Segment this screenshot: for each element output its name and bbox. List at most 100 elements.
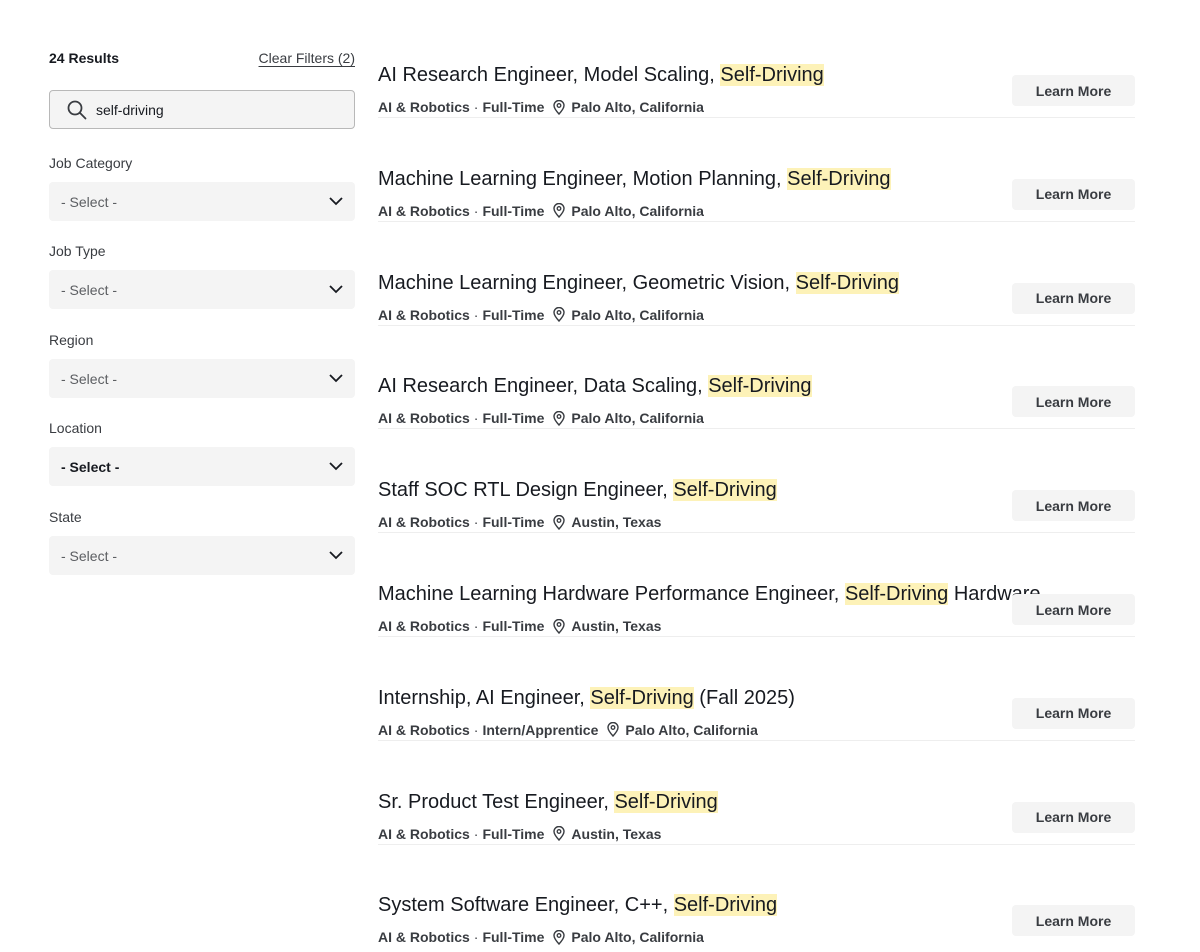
- job-type-select[interactable]: - Select -: [49, 270, 355, 309]
- job-meta: AI & Robotics · Full-Time Palo Alto, Cal…: [378, 202, 704, 220]
- learn-more-button[interactable]: Learn More: [1012, 282, 1135, 314]
- job-type: Full-Time: [482, 306, 545, 323]
- job-title[interactable]: Machine Learning Hardware Performance En…: [378, 581, 1041, 607]
- search-highlight: Self-Driving: [708, 375, 812, 398]
- job-category: AI & Robotics: [378, 721, 470, 738]
- job-location: Palo Alto, California: [571, 202, 704, 219]
- job-listing: Machine Learning Engineer, Motion Planni…: [378, 118, 1135, 222]
- job-meta: AI & Robotics · Full-Time Austin, Texas: [378, 513, 661, 531]
- location-pin-icon: [553, 410, 567, 426]
- chevron-down-icon: [329, 283, 343, 297]
- learn-more-button[interactable]: Learn More: [1012, 697, 1135, 729]
- separator: ·: [473, 99, 479, 115]
- job-location: Palo Alto, California: [571, 929, 704, 946]
- job-location: Palo Alto, California: [571, 99, 704, 115]
- search-input[interactable]: [96, 101, 336, 118]
- clear-filters-link[interactable]: Clear Filters (2): [259, 50, 355, 66]
- chevron-down-icon: [329, 549, 343, 563]
- job-category: AI & Robotics: [378, 618, 470, 634]
- filter-label: Job Category: [49, 155, 133, 171]
- search-highlight: Self-Driving: [673, 479, 777, 502]
- careers-search-page: 24 Results Clear Filters (2) Job Categor…: [0, 0, 1200, 952]
- filter-region: Region - Select -: [49, 331, 355, 398]
- job-meta: AI & Robotics · Full-Time Palo Alto, Cal…: [378, 409, 704, 427]
- filter-label: Region: [49, 332, 94, 348]
- job-category: AI & Robotics: [378, 929, 470, 946]
- job-title[interactable]: Staff SOC RTL Design Engineer, Self-Driv…: [378, 477, 777, 503]
- job-title[interactable]: Machine Learning Engineer, Motion Planni…: [378, 166, 891, 192]
- search-highlight: Self-Driving: [720, 64, 824, 86]
- job-listing: AI Research Engineer, Model Scaling, Sel…: [378, 14, 1135, 118]
- separator: ·: [473, 410, 479, 427]
- select-value: - Select -: [61, 370, 118, 387]
- select-value: - Select -: [61, 193, 118, 210]
- job-listing: Machine Learning Hardware Performance En…: [378, 533, 1135, 637]
- location-pin-icon: [553, 99, 567, 115]
- job-title[interactable]: Sr. Product Test Engineer, Self-Driving: [378, 789, 718, 815]
- job-type: Full-Time: [482, 514, 545, 531]
- learn-more-button[interactable]: Learn More: [1012, 905, 1135, 937]
- job-meta: AI & Robotics · Full-Time Palo Alto, Cal…: [378, 306, 704, 324]
- separator: ·: [473, 929, 479, 946]
- chevron-down-icon: [329, 460, 343, 474]
- job-type: Full-Time: [482, 825, 545, 842]
- job-title-text: AI Research Engineer, Data Scaling,: [378, 375, 709, 398]
- job-category: AI & Robotics: [378, 99, 470, 115]
- separator: ·: [473, 514, 479, 531]
- filter-job-category: Job Category - Select -: [49, 154, 355, 221]
- job-type: Full-Time: [482, 202, 545, 219]
- location-pin-icon: [553, 307, 567, 323]
- job-listing: Staff SOC RTL Design Engineer, Self-Driv…: [378, 429, 1135, 534]
- region-select[interactable]: - Select -: [49, 359, 355, 398]
- search-icon: [66, 99, 88, 121]
- job-type: Full-Time: [482, 99, 545, 115]
- search-highlight: Self-Driving: [787, 167, 891, 190]
- job-meta: AI & Robotics · Full-Time Palo Alto, Cal…: [378, 928, 704, 946]
- job-type: Full-Time: [482, 929, 545, 946]
- learn-more-button[interactable]: Learn More: [1012, 594, 1135, 625]
- location-pin-icon: [607, 722, 621, 738]
- job-category-select[interactable]: - Select -: [49, 182, 355, 221]
- job-title[interactable]: Machine Learning Engineer, Geometric Vis…: [378, 270, 900, 296]
- job-location: Austin, Texas: [571, 825, 662, 842]
- learn-more-button[interactable]: Learn More: [1012, 75, 1135, 106]
- learn-more-button[interactable]: Learn More: [1012, 386, 1135, 418]
- separator: ·: [473, 825, 479, 842]
- job-title[interactable]: AI Research Engineer, Data Scaling, Self…: [378, 373, 812, 399]
- learn-more-button[interactable]: Learn More: [1012, 490, 1135, 522]
- job-title-text: Machine Learning Engineer, Motion Planni…: [378, 167, 788, 190]
- job-location: Palo Alto, California: [571, 410, 704, 427]
- filter-label: Job Type: [49, 243, 106, 259]
- job-title-text: System Software Engineer, C++,: [378, 894, 674, 917]
- learn-more-button[interactable]: Learn More: [1012, 178, 1135, 210]
- location-pin-icon: [553, 618, 567, 634]
- job-location: Palo Alto, California: [571, 306, 704, 323]
- location-pin-icon: [553, 929, 567, 945]
- search-highlight: Self-Driving: [614, 790, 718, 813]
- results-bar: 24 Results Clear Filters (2): [49, 48, 355, 68]
- job-category: AI & Robotics: [378, 202, 470, 219]
- job-title[interactable]: System Software Engineer, C++, Self-Driv…: [378, 892, 778, 918]
- job-title-text: Machine Learning Hardware Performance En…: [378, 583, 845, 605]
- job-category: AI & Robotics: [378, 410, 470, 427]
- job-title[interactable]: AI Research Engineer, Model Scaling, Sel…: [378, 62, 824, 88]
- search-highlight: Self-Driving: [844, 583, 949, 605]
- state-select[interactable]: - Select -: [49, 536, 355, 575]
- search-highlight: Self-Driving: [590, 686, 694, 709]
- location-pin-icon: [553, 514, 567, 530]
- job-location: Austin, Texas: [571, 514, 662, 531]
- job-type: Full-Time: [482, 410, 545, 427]
- job-title-text: Internship, AI Engineer,: [378, 686, 591, 709]
- learn-more-button[interactable]: Learn More: [1012, 801, 1135, 833]
- search-box[interactable]: [49, 90, 355, 129]
- separator: ·: [473, 721, 479, 738]
- job-category: AI & Robotics: [378, 825, 470, 842]
- select-value: - Select -: [61, 458, 120, 475]
- job-title-text: Sr. Product Test Engineer,: [378, 790, 615, 813]
- filter-label: Location: [49, 420, 102, 436]
- select-value: - Select -: [61, 547, 118, 564]
- job-listing: AI Research Engineer, Data Scaling, Self…: [378, 325, 1135, 430]
- job-title-text: Machine Learning Engineer, Geometric Vis…: [378, 271, 796, 294]
- job-title[interactable]: Internship, AI Engineer, Self-Driving (F…: [378, 685, 795, 711]
- location-select[interactable]: - Select -: [49, 447, 355, 486]
